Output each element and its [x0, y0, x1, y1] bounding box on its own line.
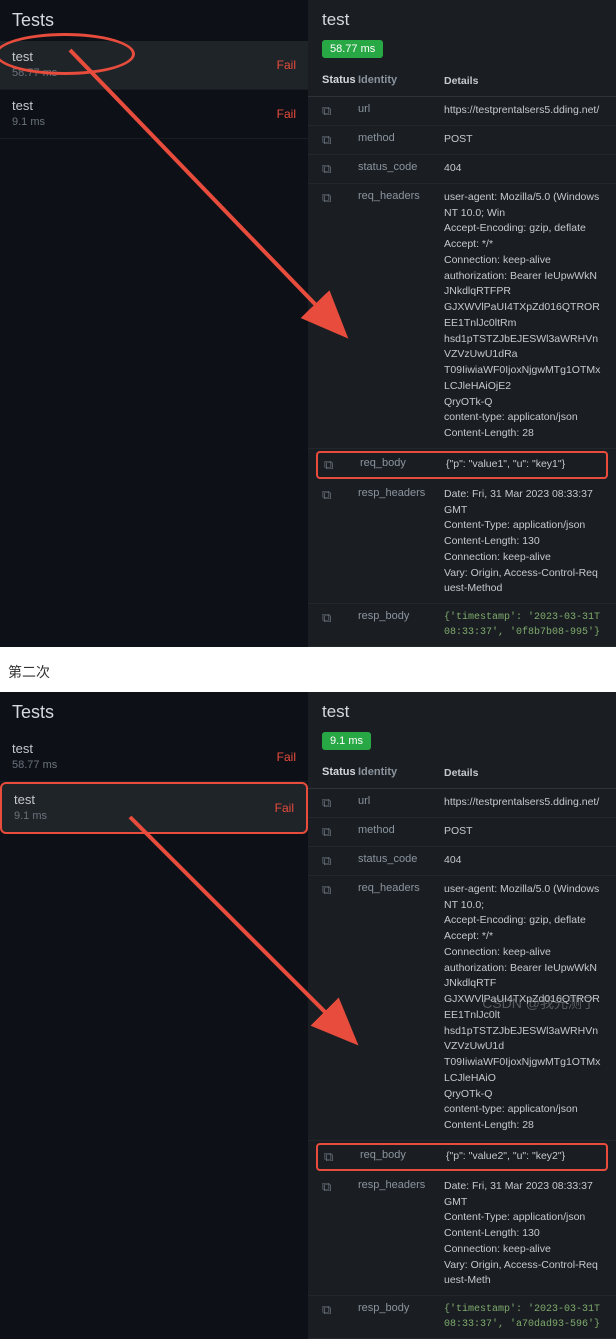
- identity-cell: req_headers: [358, 882, 444, 894]
- col-status: Status: [322, 766, 358, 778]
- test-time: 58.77 ms: [12, 759, 296, 771]
- identity-cell: resp_headers: [358, 487, 444, 499]
- table-row-url: ⧉urlhttps://testprentalsers5.dding.net/: [308, 97, 616, 126]
- link-icon[interactable]: ⧉: [322, 190, 358, 206]
- table-row-status_code: ⧉status_code404: [308, 155, 616, 184]
- link-icon[interactable]: ⧉: [324, 1149, 360, 1165]
- details-cell: Date: Fri, 31 Mar 2023 08:33:37 GMT Cont…: [444, 487, 602, 597]
- identity-cell: status_code: [358, 161, 444, 173]
- time-badge: 9.1 ms: [322, 732, 371, 750]
- identity-cell: url: [358, 103, 444, 115]
- details-cell: {'timestamp': '2023-03-31T08:33:37', 'a7…: [444, 1302, 602, 1332]
- test-status: Fail: [275, 801, 294, 815]
- identity-cell: req_body: [360, 1149, 446, 1161]
- test-name: test: [12, 49, 296, 64]
- watermark: CSDN @我先测了: [482, 993, 596, 1013]
- test-name: test: [12, 741, 296, 756]
- link-icon[interactable]: ⧉: [322, 103, 358, 119]
- test-details: test 9.1 ms Status Identity Details ⧉url…: [308, 692, 616, 1339]
- detail-header: test: [308, 692, 616, 728]
- panel-1: Tests test 58.77 ms Fail test 9.1 ms Fai…: [0, 0, 616, 647]
- link-icon[interactable]: ⧉: [324, 457, 360, 473]
- details-cell: POST: [444, 132, 602, 148]
- table-row-method: ⧉methodPOST: [308, 818, 616, 847]
- col-identity: Identity: [358, 766, 444, 778]
- table-row-url: ⧉urlhttps://testprentalsers5.dding.net/: [308, 789, 616, 818]
- table-row-req_headers: ⧉req_headersuser-agent: Mozilla/5.0 (Win…: [308, 184, 616, 449]
- table-row-req_body: ⧉req_body{"p": "value1", "u": "key1"}: [316, 451, 608, 479]
- tests-header: Tests: [0, 0, 308, 41]
- identity-cell: method: [358, 132, 444, 144]
- identity-cell: resp_headers: [358, 1179, 444, 1191]
- table-row-resp_body: ⧉resp_body{'timestamp': '2023-03-31T08:3…: [308, 1296, 616, 1339]
- table-header: Status Identity Details: [308, 760, 616, 789]
- col-details: Details: [444, 74, 602, 90]
- test-item-2[interactable]: test 9.1 ms Fail: [0, 782, 308, 834]
- detail-header: test: [308, 0, 616, 36]
- test-name: test: [12, 98, 296, 113]
- test-item-1[interactable]: test 58.77 ms Fail: [0, 41, 308, 90]
- link-icon[interactable]: ⧉: [322, 1179, 358, 1195]
- details-cell: user-agent: Mozilla/5.0 (Windows NT 10.0…: [444, 190, 602, 442]
- details-cell: POST: [444, 824, 602, 840]
- test-time: 9.1 ms: [12, 116, 296, 128]
- details-cell: {"p": "value1", "u": "key1"}: [446, 457, 600, 473]
- panel-2: Tests test 58.77 ms Fail test 9.1 ms Fai…: [0, 692, 616, 1339]
- test-item-1[interactable]: test 58.77 ms Fail: [0, 733, 308, 782]
- details-cell: https://testprentalsers5.dding.net/: [444, 103, 602, 119]
- test-time: 9.1 ms: [14, 810, 294, 822]
- identity-cell: req_headers: [358, 190, 444, 202]
- link-icon[interactable]: ⧉: [322, 161, 358, 177]
- identity-cell: resp_body: [358, 1302, 444, 1314]
- test-status: Fail: [277, 750, 296, 764]
- details-cell: https://testprentalsers5.dding.net/: [444, 795, 602, 811]
- divider-label: 第二次: [0, 647, 616, 692]
- tests-sidebar: Tests test 58.77 ms Fail test 9.1 ms Fai…: [0, 692, 308, 1339]
- test-time: 58.77 ms: [12, 67, 296, 79]
- table-row-method: ⧉methodPOST: [308, 126, 616, 155]
- time-badge: 58.77 ms: [322, 40, 383, 58]
- details-cell: Date: Fri, 31 Mar 2023 08:33:37 GMT Cont…: [444, 1179, 602, 1289]
- identity-cell: req_body: [360, 457, 446, 469]
- details-cell: {"p": "value2", "u": "key2"}: [446, 1149, 600, 1165]
- link-icon[interactable]: ⧉: [322, 1302, 358, 1318]
- details-cell: {'timestamp': '2023-03-31T08:33:37', '0f…: [444, 610, 602, 640]
- identity-cell: status_code: [358, 853, 444, 865]
- tests-header: Tests: [0, 692, 308, 733]
- table-row-status_code: ⧉status_code404: [308, 847, 616, 876]
- test-status: Fail: [277, 58, 296, 72]
- test-status: Fail: [277, 107, 296, 121]
- identity-cell: method: [358, 824, 444, 836]
- test-name: test: [14, 792, 294, 807]
- table-row-req_body: ⧉req_body{"p": "value2", "u": "key2"}: [316, 1143, 608, 1171]
- table-header: Status Identity Details: [308, 68, 616, 97]
- table-row-resp_headers: ⧉resp_headersDate: Fri, 31 Mar 2023 08:3…: [308, 1173, 616, 1296]
- identity-cell: url: [358, 795, 444, 807]
- table-row-resp_headers: ⧉resp_headersDate: Fri, 31 Mar 2023 08:3…: [308, 481, 616, 604]
- link-icon[interactable]: ⧉: [322, 487, 358, 503]
- link-icon[interactable]: ⧉: [322, 795, 358, 811]
- details-cell: 404: [444, 161, 602, 177]
- col-status: Status: [322, 74, 358, 86]
- details-cell: 404: [444, 853, 602, 869]
- table-row-resp_body: ⧉resp_body{'timestamp': '2023-03-31T08:3…: [308, 604, 616, 647]
- col-details: Details: [444, 766, 602, 782]
- link-icon[interactable]: ⧉: [322, 824, 358, 840]
- link-icon[interactable]: ⧉: [322, 853, 358, 869]
- tests-sidebar: Tests test 58.77 ms Fail test 9.1 ms Fai…: [0, 0, 308, 647]
- link-icon[interactable]: ⧉: [322, 610, 358, 626]
- link-icon[interactable]: ⧉: [322, 132, 358, 148]
- col-identity: Identity: [358, 74, 444, 86]
- link-icon[interactable]: ⧉: [322, 882, 358, 898]
- test-item-2[interactable]: test 9.1 ms Fail: [0, 90, 308, 139]
- identity-cell: resp_body: [358, 610, 444, 622]
- test-details: test 58.77 ms Status Identity Details ⧉u…: [308, 0, 616, 647]
